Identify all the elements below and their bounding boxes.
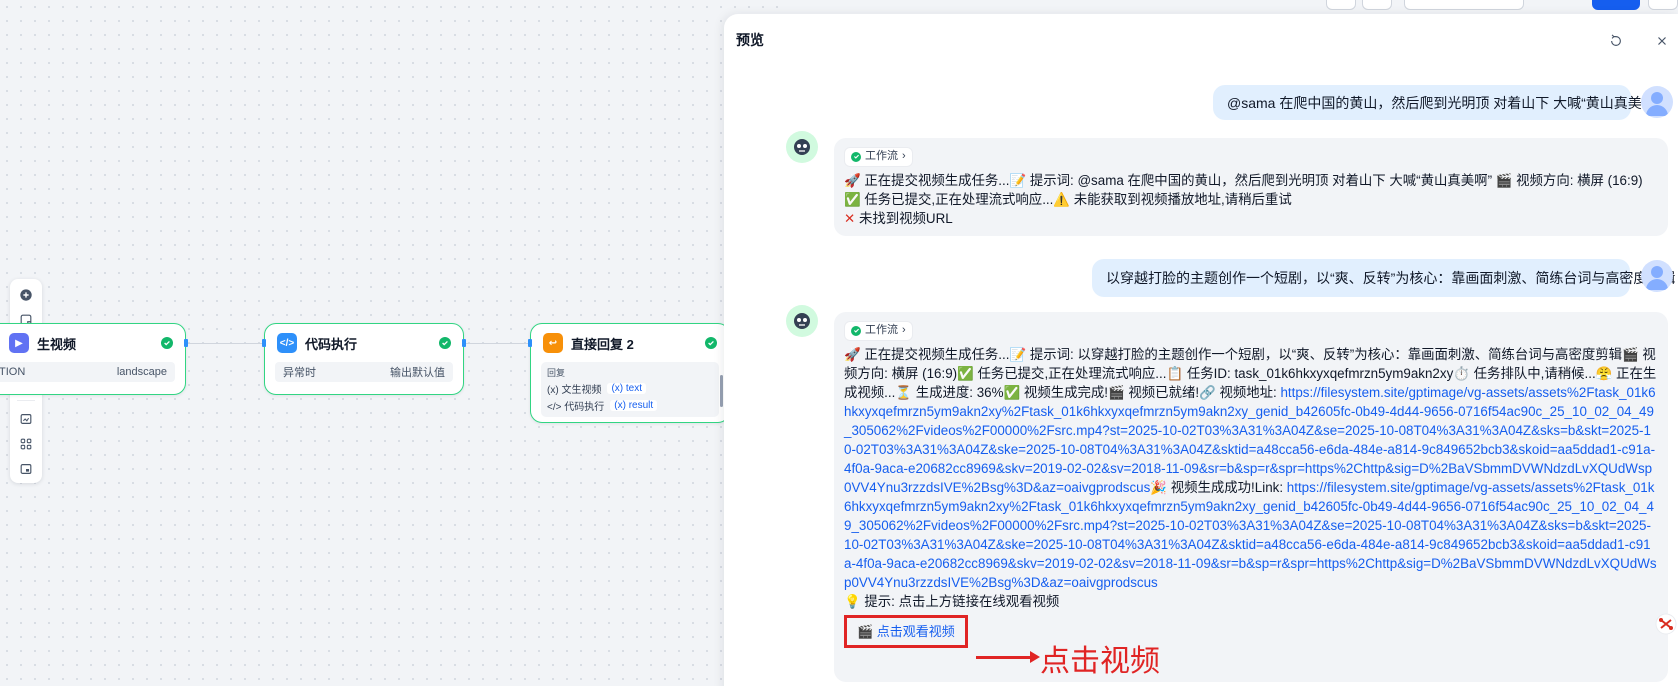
var-source: (x) 文生视频 (547, 385, 602, 396)
toolbar-divider (17, 400, 35, 402)
video-url-link[interactable]: https://filesystem.site/gptimage/vg-asse… (844, 385, 1656, 495)
top-toolbar-button[interactable] (1326, 0, 1356, 10)
message-error-line: ✕ 未找到视频URL (844, 210, 953, 226)
bot-avatar (786, 305, 818, 337)
node-input-port[interactable] (262, 339, 266, 347)
message-text: 🚀 正在提交视频生成任务...📝 提示词: 以穿越打脸的主题创作一个短剧，以“爽… (844, 346, 1657, 590)
user-message: @sama 在爬中国的黄山，然后爬到光明顶 对着山下 大喊“黄山真美啊” (1213, 85, 1660, 120)
add-node-tool[interactable] (14, 285, 38, 306)
reply-var-row: (x) 文生视频 (x) text (547, 381, 713, 396)
param-value: landscape (116, 366, 167, 378)
node-title: 直接回复 2 (571, 336, 634, 352)
video-node-icon: ▶ (9, 333, 29, 353)
top-toolbar-button[interactable] (1362, 0, 1392, 10)
param-value: 输出默认值 (390, 367, 445, 379)
var-source: </> 代码执行 (547, 402, 605, 413)
user-avatar (1641, 86, 1673, 118)
message-text: @sama 在爬中国的黄山，然后爬到光明顶 对着山下 大喊“黄山真美啊” (1227, 94, 1661, 111)
var-chip: (x) text (607, 383, 647, 394)
node-input-port[interactable] (528, 339, 532, 347)
close-icon (1658, 37, 1666, 45)
panel-title: 预览 (736, 32, 764, 48)
node-text-to-video[interactable]: ▶ 生视频 TION landscape (0, 323, 186, 395)
edge-video-to-code (186, 343, 266, 344)
edge-code-to-reply (464, 343, 530, 344)
bot-face-icon (794, 313, 810, 329)
reply-content: 回复 (x) 文生视频 (x) text </> 代码执行 (x) result (541, 362, 719, 417)
node-output-port[interactable] (462, 339, 466, 347)
success-check-icon (439, 337, 451, 349)
tip-line: 💡 提示: 点击上方链接在线观看视频 (844, 593, 1060, 609)
var-chip: (x) result (610, 400, 658, 411)
success-check-icon (851, 325, 861, 336)
top-toolbar-button[interactable] (1648, 0, 1678, 10)
workflow-trace-chip[interactable]: 工作流 › (844, 320, 913, 341)
organize-nodes-tool[interactable] (14, 434, 38, 455)
bot-face-icon (794, 139, 810, 155)
restart-button[interactable] (1608, 33, 1624, 49)
node-param-row: 异常时 输出默认值 (275, 362, 453, 382)
workflow-canvas[interactable]: ▶ 生视频 TION landscape </> 代码执行 异常时 输出默认值 … (0, 0, 780, 686)
chip-label: 工作流 (865, 324, 898, 336)
param-name: TION (0, 366, 26, 378)
plus-circle-icon (20, 289, 32, 301)
cross-icon: ✕ (844, 210, 856, 226)
success-check-icon (851, 151, 861, 162)
minimap-tool[interactable] (14, 458, 38, 479)
bot-message: 工作流 › 🚀 正在提交视频生成任务...📝 提示词: 以穿越打脸的主题创作一个… (834, 312, 1668, 682)
chevron-right-icon: › (902, 324, 906, 336)
success-check-icon (161, 337, 173, 349)
reply-node-icon: ↩ (543, 333, 563, 353)
panel-resize-handle[interactable] (720, 375, 723, 407)
code-node-icon: </> (277, 333, 297, 353)
annotation-arrow (976, 651, 1040, 663)
close-button[interactable] (1654, 33, 1670, 49)
chip-label: 工作流 (865, 150, 898, 162)
top-toolbar-button[interactable] (1404, 0, 1524, 10)
node-code-exec[interactable]: </> 代码执行 异常时 输出默认值 (264, 323, 464, 395)
param-name: 异常时 (283, 367, 316, 379)
bot-message: 工作流 › 🚀 正在提交视频生成任务...📝 提示词: @sama 在爬中国的黄… (834, 138, 1668, 236)
node-direct-reply[interactable]: ↩ 直接回复 2 回复 (x) 文生视频 (x) text </> 代码执行 (… (530, 323, 730, 423)
workflow-trace-chip[interactable]: 工作流 › (844, 146, 913, 167)
bot-avatar (786, 131, 818, 163)
layout-grid-icon (20, 438, 32, 450)
node-title: 代码执行 (305, 336, 358, 352)
minimap-icon (20, 463, 32, 474)
message-text: 🚀 正在提交视频生成任务...📝 提示词: @sama 在爬中国的黄山，然后爬到… (844, 172, 1643, 207)
refresh-icon (1611, 34, 1621, 46)
publish-button[interactable] (1592, 0, 1640, 10)
annotation-text: 点击视频 (1040, 645, 1160, 678)
watch-video-link[interactable]: 🎬 点击观看视频 (844, 614, 968, 648)
node-output-port[interactable] (184, 339, 188, 347)
reply-label: 回复 (547, 368, 566, 378)
node-param-row: TION landscape (0, 362, 175, 382)
chevron-right-icon: › (902, 150, 906, 162)
export-image-tool[interactable] (14, 409, 38, 430)
video-url-link[interactable]: https://filesystem.site/gptimage/vg-asse… (844, 480, 1657, 590)
success-check-icon (705, 337, 717, 349)
user-avatar (1641, 260, 1673, 292)
message-text: 以穿越打脸的主题创作一个短剧，以“爽、反转”为核心：靠画面刺激、简练台词与高密度… (1106, 270, 1676, 286)
app-logo-icon[interactable] (1654, 612, 1678, 636)
user-message: 以穿越打脸的主题创作一个短剧，以“爽、反转”为核心：靠画面刺激、简练台词与高密度… (1092, 259, 1675, 297)
node-title: 生视频 (37, 336, 77, 352)
reply-var-row: </> 代码执行 (x) result (547, 398, 713, 413)
image-export-icon (20, 414, 32, 425)
